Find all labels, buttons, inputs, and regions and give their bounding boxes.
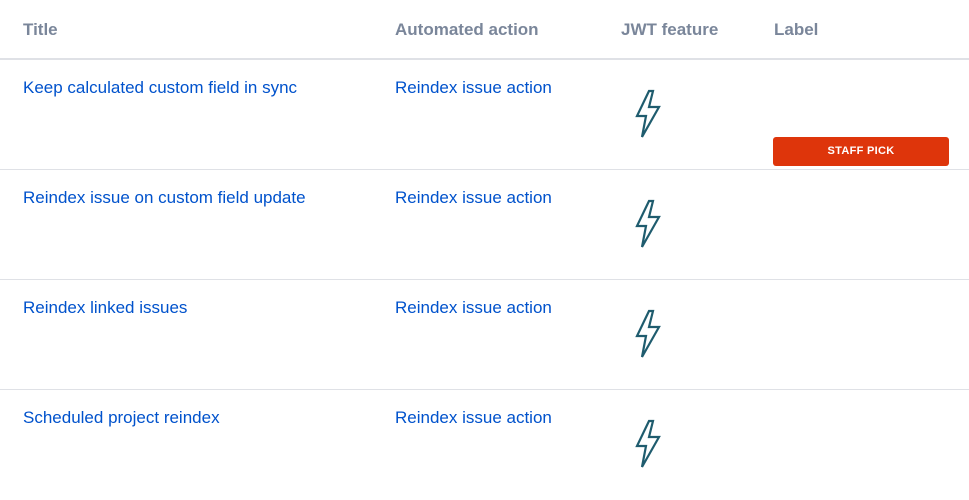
row-action-link[interactable]: Reindex issue action	[395, 298, 552, 318]
table-row: Keep calculated custom field in sync Rei…	[0, 60, 969, 170]
header-jwt-feature[interactable]: JWT feature	[621, 20, 718, 40]
header-title[interactable]: Title	[23, 20, 58, 40]
lightning-bolt-icon	[635, 419, 661, 468]
row-action-link[interactable]: Reindex issue action	[395, 408, 552, 428]
table-row: Reindex issue on custom field update Rei…	[0, 170, 969, 280]
lightning-bolt-icon	[635, 199, 661, 248]
row-title-link[interactable]: Scheduled project reindex	[23, 408, 220, 428]
automation-table: Title Automated action JWT feature Label…	[0, 0, 969, 500]
table-row: Scheduled project reindex Reindex issue …	[0, 390, 969, 500]
table-header: Title Automated action JWT feature Label	[0, 0, 969, 60]
table-row: Reindex linked issues Reindex issue acti…	[0, 280, 969, 390]
row-title-link[interactable]: Keep calculated custom field in sync	[23, 78, 297, 98]
header-label[interactable]: Label	[774, 20, 818, 40]
row-title-link[interactable]: Reindex issue on custom field update	[23, 188, 306, 208]
lightning-bolt-icon	[635, 309, 661, 358]
row-action-link[interactable]: Reindex issue action	[395, 78, 552, 98]
lightning-bolt-icon	[635, 89, 661, 138]
row-title-link[interactable]: Reindex linked issues	[23, 298, 187, 318]
header-automated-action[interactable]: Automated action	[395, 20, 539, 40]
row-action-link[interactable]: Reindex issue action	[395, 188, 552, 208]
staff-pick-badge: STAFF PICK	[773, 137, 949, 166]
